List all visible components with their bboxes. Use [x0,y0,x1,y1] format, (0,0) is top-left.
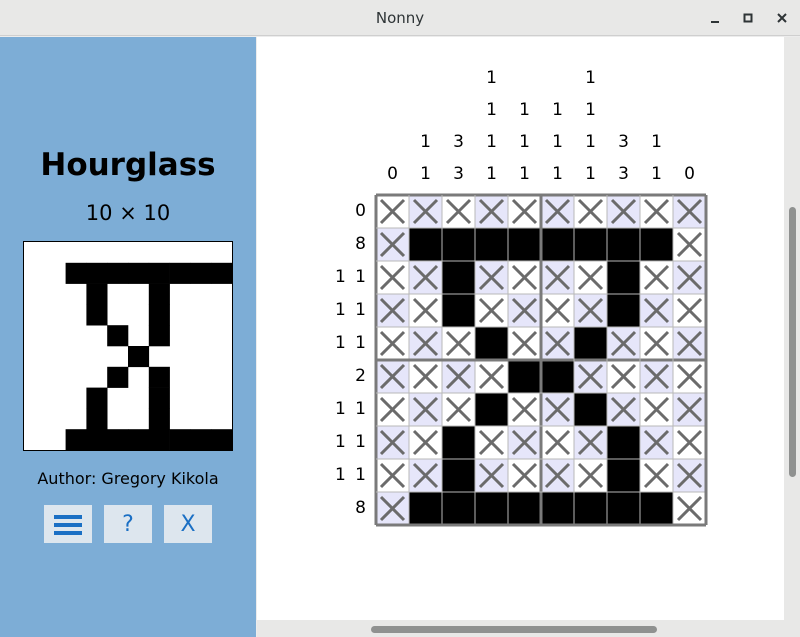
filled-cell[interactable] [574,327,607,360]
preview-pixel [128,262,150,284]
preview-pixel [148,304,170,326]
close-icon [777,13,787,23]
filled-cell[interactable] [640,228,673,261]
puzzle-title: Hourglass [40,147,216,183]
quit-button[interactable]: X [164,505,212,543]
preview-pixel [107,366,129,388]
filled-cell[interactable] [640,492,673,525]
help-button[interactable]: ? [104,505,152,543]
preview-pixel [128,346,150,368]
filled-cell[interactable] [607,459,640,492]
preview-pixel [86,283,108,305]
filled-cell[interactable] [442,228,475,261]
filled-cell[interactable] [442,459,475,492]
filled-cell[interactable] [541,492,574,525]
puzzle-grid[interactable] [257,37,784,620]
help-button-label: ? [122,511,134,537]
vertical-scroll-thumb[interactable] [789,207,796,477]
minimize-button[interactable] [703,6,727,30]
filled-cell[interactable] [475,393,508,426]
preview-pixel [148,325,170,347]
preview-image [65,262,233,451]
horizontal-scrollbar[interactable] [257,620,800,637]
filled-cell[interactable] [541,360,574,393]
preview-pixel [148,283,170,305]
filled-cell[interactable] [475,228,508,261]
close-window-button[interactable] [770,6,794,30]
preview-pixel [148,408,170,430]
sidebar: Hourglass 10 × 10 Author: Gregory Kikola… [0,37,256,637]
preview-pixel [190,429,212,451]
filled-cell[interactable] [607,426,640,459]
filled-cell[interactable] [442,261,475,294]
preview-pixel [211,262,233,284]
minimize-icon [711,21,719,23]
filled-cell[interactable] [508,228,541,261]
preview-pixel [86,262,108,284]
preview-pixel [148,387,170,409]
preview-pixel [65,262,87,284]
preview-pixel [128,429,150,451]
preview-pixel [86,429,108,451]
preview-pixel [86,304,108,326]
filled-cell[interactable] [442,294,475,327]
puzzle-canvas[interactable]: 011331111111111111133110 081 11 11 121 1… [257,37,784,620]
title-bar: Nonny [0,0,800,36]
filled-cell[interactable] [607,294,640,327]
preview-pixel [169,429,191,451]
quit-button-label: X [180,511,196,537]
preview-pixel [86,408,108,430]
preview-pixel [211,429,233,451]
hamburger-menu-icon [54,515,82,535]
filled-cell[interactable] [574,228,607,261]
preview-pixel [107,325,129,347]
filled-cell[interactable] [442,426,475,459]
filled-cell[interactable] [409,492,442,525]
preview-pixel [190,262,212,284]
filled-cell[interactable] [574,492,607,525]
preview-pixel [86,387,108,409]
preview-pixel [148,429,170,451]
horizontal-scroll-thumb[interactable] [371,626,657,633]
author-label: Author: Gregory Kikola [37,469,219,488]
preview-pixel [107,262,129,284]
filled-cell[interactable] [508,360,541,393]
maximize-icon [743,13,753,23]
filled-cell[interactable] [574,393,607,426]
filled-cell[interactable] [607,228,640,261]
menu-button[interactable] [44,505,92,543]
puzzle-size: 10 × 10 [85,201,171,225]
filled-cell[interactable] [442,492,475,525]
puzzle-preview [23,241,233,451]
filled-cell[interactable] [508,492,541,525]
maximize-button[interactable] [736,6,760,30]
filled-cell[interactable] [607,261,640,294]
preview-pixel [148,366,170,388]
filled-cell[interactable] [409,228,442,261]
vertical-scrollbar[interactable] [784,37,800,620]
preview-pixel [65,429,87,451]
filled-cell[interactable] [607,492,640,525]
window-title: Nonny [375,9,425,27]
preview-pixel [169,262,191,284]
filled-cell[interactable] [541,228,574,261]
preview-pixel [148,262,170,284]
filled-cell[interactable] [475,492,508,525]
preview-pixel [107,429,129,451]
filled-cell[interactable] [475,327,508,360]
